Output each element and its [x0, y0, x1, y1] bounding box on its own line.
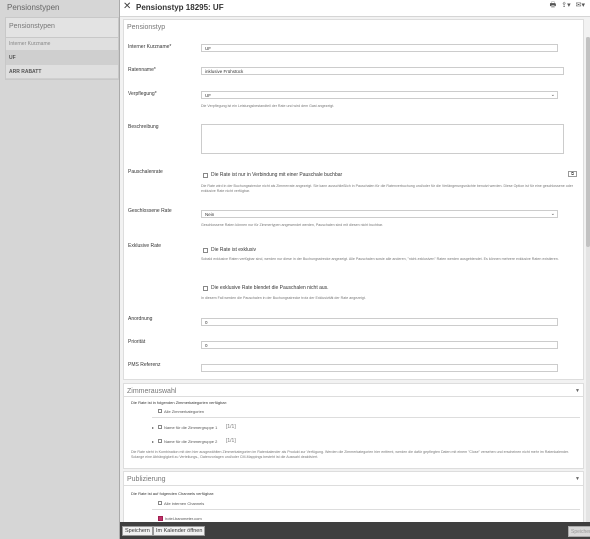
all-channels-checkbox[interactable]: [158, 501, 162, 505]
board-label: Verpflegung*: [128, 91, 157, 97]
pensionstyp-section: Pensionstyp Interner Kurzname* UF Ratenn…: [123, 19, 584, 380]
priority-label: Priorität: [128, 339, 146, 345]
header-icons: 🖶 ⇪▾ ✉▾: [550, 1, 585, 12]
copy-icon[interactable]: ⧉: [568, 171, 577, 177]
chevron-down-icon[interactable]: ▼: [575, 476, 580, 482]
zimmer-help: Die Rate steht in Kombination mit den hi…: [131, 450, 569, 459]
room-group-label[interactable]: Name für die Zimmergruppe 2: [164, 439, 217, 444]
scrollbar[interactable]: [586, 37, 590, 522]
dialog-header: ✕ Pensionstyp 18295: UF 🖶 ⇪▾ ✉▾: [120, 0, 590, 17]
priority-field[interactable]: 0: [201, 341, 558, 349]
closed-rate-help: Geschlossene Raten können nur für Zimmer…: [201, 223, 383, 227]
internal-name-field[interactable]: UF: [201, 44, 558, 52]
section-title: Pensionstyp: [127, 24, 166, 31]
order-field[interactable]: 0: [201, 318, 558, 326]
scrollbar-thumb[interactable]: [586, 37, 590, 247]
zimmer-section: Zimmerauswahl ▼ Die Rate ist in folgende…: [123, 383, 584, 469]
closed-rate-value: Nein: [205, 212, 215, 217]
closed-rate-select[interactable]: Nein ⌄: [201, 210, 558, 218]
exclusive-checkbox-label[interactable]: Die Rate ist exklusiv: [211, 247, 256, 253]
zimmer-intro: Die Rate ist in folgenden Zimmerkategori…: [131, 400, 228, 405]
board-select[interactable]: UF ⌄: [201, 91, 558, 99]
board-help: Die Verpflegung ist ein Leistungsbestand…: [201, 104, 335, 108]
save-button[interactable]: Speichern: [122, 526, 153, 536]
hide-packages-checkbox[interactable]: [203, 286, 208, 291]
chevron-down-icon[interactable]: ▼: [575, 388, 580, 394]
closed-rate-label: Geschlossene Rate: [128, 208, 172, 214]
exclusive-help: Sobald exklusive Raten verfügbar sind, w…: [201, 257, 559, 261]
expand-group-icon[interactable]: ▸: [152, 425, 154, 430]
chevron-down-icon: ⌄: [550, 92, 555, 98]
room-group-count: [1/1]: [226, 424, 236, 430]
background-page: Pensionstypen Pensionstypen Interner Kur…: [0, 0, 120, 539]
edit-dialog: ✕ Pensionstyp 18295: UF 🖶 ⇪▾ ✉▾ Pensions…: [119, 0, 590, 539]
exclusive-checkbox[interactable]: [203, 248, 208, 253]
dialog-footer: Speichern Im Kalender öffnen Speichern: [120, 522, 590, 539]
description-textarea[interactable]: [201, 124, 564, 154]
rate-name-field[interactable]: inklusive Frühstück: [201, 67, 564, 75]
package-checkbox[interactable]: [203, 173, 208, 178]
section-title: Publizierung: [127, 476, 166, 483]
background-title: Pensionstypen: [7, 3, 60, 12]
all-channels-label[interactable]: Alle internen Channels: [164, 501, 204, 506]
description-label: Beschreibung: [128, 124, 159, 130]
list-item[interactable]: ARR RABATT: [6, 65, 118, 79]
divider: [152, 509, 580, 510]
channel-label[interactable]: hotel-barometer.com: [165, 516, 202, 521]
divider: [152, 417, 580, 418]
channel-checkbox[interactable]: [158, 516, 163, 521]
all-rooms-label[interactable]: Alle Zimmerkategorien: [164, 409, 204, 414]
order-label: Anordnung: [128, 316, 153, 322]
dialog-body: Pensionstyp Interner Kurzname* UF Ratenn…: [120, 17, 590, 522]
internal-name-label: Interner Kurzname*: [128, 44, 172, 50]
pms-reference-label: PMS Referenz: [128, 362, 161, 368]
save-close-button[interactable]: Speichern: [568, 526, 590, 537]
room-group-checkbox[interactable]: [158, 439, 162, 443]
hide-packages-checkbox-label[interactable]: Die exklusive Rate blendet die Pauschale…: [211, 285, 329, 291]
package-checkbox-label[interactable]: Die Rate ist nur in Verbindung mit einer…: [211, 172, 342, 178]
comment-icon[interactable]: ✉▾: [576, 1, 585, 12]
close-icon[interactable]: ✕: [123, 1, 131, 12]
rate-name-label: Ratenname*: [128, 67, 156, 73]
room-group-count: [1/1]: [226, 438, 236, 444]
section-title: Zimmerauswahl: [127, 388, 177, 395]
list-item[interactable]: UF: [6, 51, 118, 65]
open-calendar-button[interactable]: Im Kalender öffnen: [153, 526, 206, 536]
package-rate-label: Pauschalenrate: [128, 169, 163, 175]
exclusive-rate-label: Exklusive Rate: [128, 243, 162, 249]
background-column-header[interactable]: Interner Kurzname: [6, 38, 118, 51]
background-list: Pensionstypen Interner Kurzname UF ARR R…: [5, 17, 119, 80]
hide-packages-help: In diesem Fall werden die Pauschalen in …: [201, 296, 366, 300]
printer-icon[interactable]: 🖶: [550, 1, 557, 12]
package-help: Die Rate wird in der Buchungsstrecke nic…: [201, 184, 573, 193]
divider: [124, 485, 583, 486]
room-group-checkbox[interactable]: [158, 425, 162, 429]
board-value: UF: [205, 93, 211, 98]
pms-reference-field[interactable]: [201, 364, 558, 372]
all-rooms-checkbox[interactable]: [158, 409, 162, 413]
divider: [124, 396, 583, 397]
room-group-label[interactable]: Name für die Zimmergruppe 1: [164, 425, 217, 430]
dialog-title: Pensionstyp 18295: UF: [136, 3, 224, 12]
share-icon[interactable]: ⇪▾: [561, 1, 570, 12]
chevron-down-icon: ⌄: [550, 211, 555, 217]
publizierung-section: Publizierung ▼ Die Rate ist auf folgende…: [123, 471, 584, 522]
expand-group-icon[interactable]: ▸: [152, 439, 154, 444]
background-list-head: Pensionstypen: [6, 18, 118, 38]
publizierung-intro: Die Rate ist auf folgenden Channels verf…: [131, 491, 215, 496]
